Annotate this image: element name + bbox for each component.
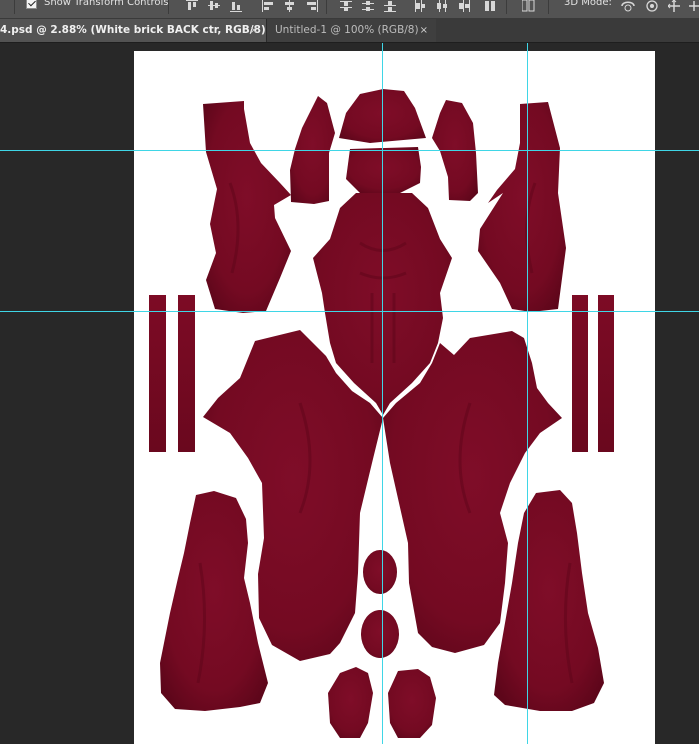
- 3d-slide-icon[interactable]: [688, 0, 699, 12]
- separator: [506, 0, 507, 14]
- 3d-mode-label: 3D Mode:: [564, 0, 612, 8]
- workspace[interactable]: [0, 43, 699, 744]
- knee-pad-upper: [363, 550, 397, 594]
- align-vertical-center-icon[interactable]: [208, 0, 220, 12]
- tab-active-document[interactable]: 4.psd @ 2.88% (White brick BACK ctr, RGB…: [0, 19, 275, 42]
- document-canvas[interactable]: [0, 43, 699, 744]
- right-foot-piece: [388, 669, 436, 738]
- 3d-rotate-icon[interactable]: [620, 0, 635, 12]
- align-horizontal-center-icon[interactable]: [284, 0, 296, 12]
- show-transform-checkbox[interactable]: [26, 0, 37, 9]
- arrange-icon[interactable]: [522, 0, 535, 12]
- distribute-center-icon[interactable]: [362, 0, 374, 12]
- distribute-top-icon[interactable]: [340, 0, 352, 12]
- separator: [168, 0, 169, 14]
- right-stripe-2: [598, 295, 614, 452]
- align-right-icon[interactable]: [306, 0, 318, 12]
- align-top-icon[interactable]: [186, 0, 198, 12]
- close-tab-icon[interactable]: ×: [250, 19, 258, 42]
- auto-align-icon[interactable]: [484, 0, 496, 12]
- distribute-right-icon[interactable]: [458, 0, 470, 12]
- 3d-roll-icon[interactable]: [646, 0, 658, 12]
- knee-pad-lower: [361, 610, 399, 658]
- document-tab-bar: 4.psd @ 2.88% (White brick BACK ctr, RGB…: [0, 19, 699, 43]
- separator: [14, 0, 15, 14]
- distribute-bottom-icon[interactable]: [384, 0, 396, 12]
- options-bar: Show Transform Controls 3D Mode:: [0, 0, 699, 19]
- right-stripe-1: [572, 295, 588, 452]
- distribute-left-icon[interactable]: [414, 0, 426, 12]
- separator: [548, 0, 549, 14]
- tab-untitled-document[interactable]: Untitled-1 @ 100% (RGB/8) ×: [266, 19, 436, 42]
- separator: [326, 0, 327, 14]
- close-tab-icon[interactable]: ×: [420, 19, 428, 42]
- tab-title: 4.psd @ 2.88% (White brick BACK ctr, RGB…: [0, 24, 275, 36]
- align-left-icon[interactable]: [262, 0, 274, 12]
- neck-piece: [346, 147, 421, 193]
- tab-title: Untitled-1 @ 100% (RGB/8): [275, 24, 419, 36]
- show-transform-label: Show Transform Controls: [44, 0, 169, 8]
- distribute-horizontal-icon[interactable]: [436, 0, 448, 12]
- 3d-pan-icon[interactable]: [668, 0, 680, 12]
- align-bottom-icon[interactable]: [230, 0, 242, 12]
- left-stripe-1: [149, 295, 166, 452]
- left-stripe-2: [178, 295, 195, 452]
